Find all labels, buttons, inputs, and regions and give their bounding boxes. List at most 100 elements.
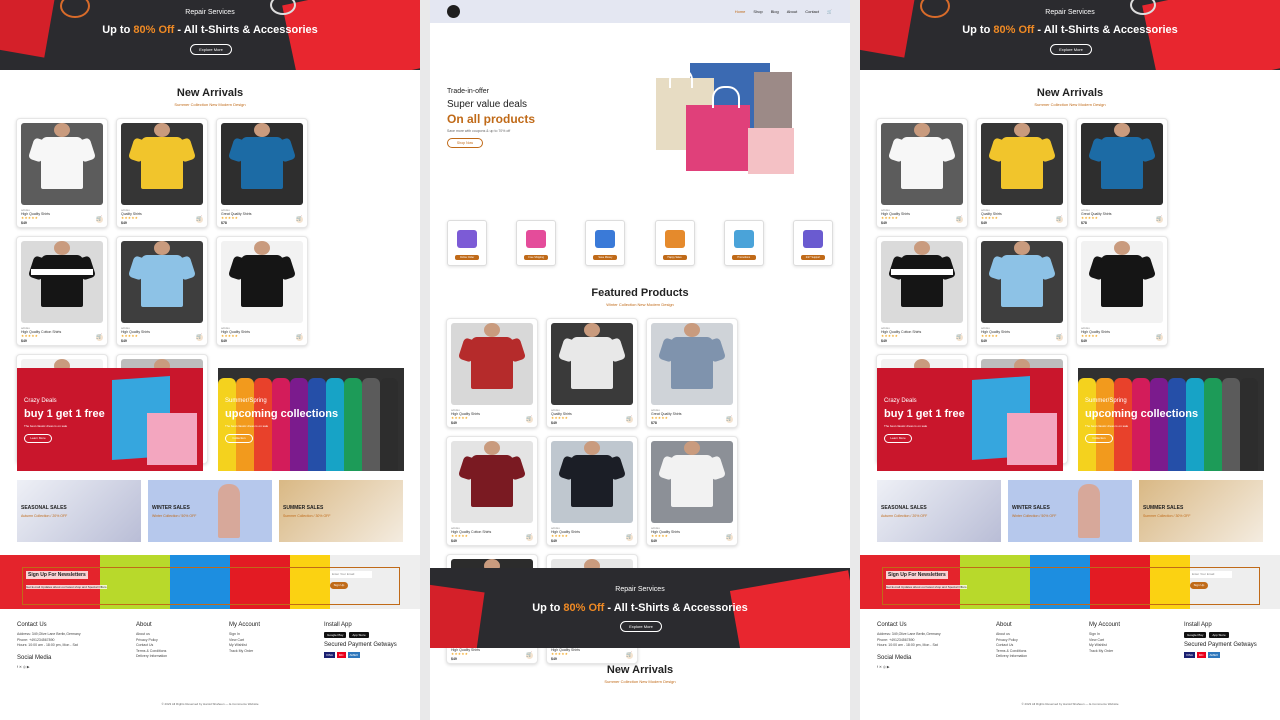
collection-button[interactable]: Collection (1085, 434, 1113, 443)
category-tile[interactable]: Happy Sales (654, 220, 695, 266)
app-store-badge[interactable]: App Store (1209, 632, 1229, 638)
email-input[interactable]: Enter Your Email (1190, 571, 1232, 578)
promo-crazy-deals[interactable]: Crazy Deals buy 1 get 1 free The best cl… (877, 368, 1063, 471)
nav-home[interactable]: Home (735, 9, 746, 14)
banner-sub: Summer Collection / 30% OFF (1143, 514, 1191, 518)
footer-link[interactable]: Track My Order (1089, 649, 1169, 655)
banner-winter-sales[interactable]: WINTER SALES Winter Collection / 50% OFF (148, 480, 272, 542)
add-to-cart-icon[interactable]: 🛒 (296, 216, 303, 223)
banner-sub: Autumn Collection / 20% OFF (881, 514, 928, 518)
shop-now-button[interactable]: Shop Now (447, 138, 483, 148)
category-tile[interactable]: Online Order (447, 220, 487, 266)
social-icons[interactable]: f ✕ ◎ ▶ (17, 665, 127, 671)
add-to-cart-icon[interactable]: 🛒 (726, 534, 733, 541)
sign-up-button[interactable]: Sign Up (1190, 582, 1208, 589)
product-card[interactable]: adidas Quality Shirts ★★★★★ $49 🛒 (116, 118, 208, 228)
explore-more-button[interactable]: Explore More (190, 44, 232, 55)
promo-upcoming-collections[interactable]: Summer/Spring upcoming collections The b… (218, 368, 404, 471)
product-card[interactable]: adidasHigh Quality Shirts★★★★★$49🛒 (446, 318, 538, 428)
add-to-cart-icon[interactable]: 🛒 (296, 334, 303, 341)
section-title: Featured Products (591, 287, 689, 299)
category-tile[interactable]: Save Money (585, 220, 626, 266)
promo-crazy-deals[interactable]: Crazy Deals buy 1 get 1 free The best cl… (17, 368, 203, 471)
amex-icon: AMEX (347, 652, 361, 658)
add-to-cart-icon[interactable]: 🛒 (196, 216, 203, 223)
product-image (121, 123, 203, 205)
category-label: Free Shipping (524, 255, 549, 260)
visa-icon: VISA (1184, 652, 1195, 658)
product-card[interactable]: adidasHigh Quality Shirts★★★★★$49🛒 (1076, 236, 1168, 346)
add-to-cart-icon[interactable]: 🛒 (1156, 216, 1163, 223)
learn-more-button[interactable]: Learn More (884, 434, 912, 443)
product-card[interactable]: adidasHigh Quality Shirts★★★★★$49🛒 (216, 236, 308, 346)
seasonal-banners: SEASONAL SALES Autumn Collection / 20% O… (17, 480, 403, 542)
footer-link[interactable]: Track My Order (229, 649, 309, 655)
collection-button[interactable]: Collection (225, 434, 253, 443)
add-to-cart-icon[interactable]: 🛒 (726, 416, 733, 423)
product-card[interactable]: adidas Great Quality Shirts ★★★★★ $78 🛒 (216, 118, 308, 228)
category-tile[interactable]: Free Shipping (516, 220, 557, 266)
add-to-cart-icon[interactable]: 🛒 (626, 652, 633, 659)
product-card[interactable]: adidas High Quality Cotton Shirts ★★★★★ $49… (446, 436, 538, 546)
add-to-cart-icon[interactable]: 🛒 (626, 416, 633, 423)
google-play-badge[interactable]: Google Play (324, 632, 347, 638)
product-card[interactable]: adidas Great Quality Shirts ★★★★★ $78 🛒 (1076, 118, 1168, 228)
add-to-cart-icon[interactable]: 🛒 (526, 534, 533, 541)
product-card[interactable]: adidasHigh Quality Shirts★★★★★$49🛒 (116, 236, 208, 346)
banner-title: SUMMER SALES (1143, 505, 1184, 511)
add-to-cart-icon[interactable]: 🛒 (196, 334, 203, 341)
product-rating: ★★★★★ (981, 334, 999, 338)
social-icons[interactable]: f ✕ ◎ ▶ (877, 665, 987, 671)
product-card[interactable]: adidas Quality Shirts ★★★★★ $49 🛒 (546, 318, 638, 428)
banner-seasonal-sales[interactable]: SEASONAL SALES Autumn Collection / 20% O… (17, 480, 141, 542)
banner-summer-sales[interactable]: SUMMER SALES Summer Collection / 30% OFF (279, 480, 403, 542)
nav-blog[interactable]: Blog (771, 9, 779, 14)
sign-up-button[interactable]: Sign Up (330, 582, 348, 589)
banner-sub: Summer Collection / 30% OFF (283, 514, 331, 518)
product-card[interactable]: adidas High Quality Cotton Shirts ★★★★★ $49… (16, 236, 108, 346)
hero-kicker: Repair Services (1045, 9, 1095, 16)
app-store-badge[interactable]: App Store (349, 632, 369, 638)
explore-more-button[interactable]: Explore More (1050, 44, 1092, 55)
product-card[interactable]: adidas Great Quality Shirts ★★★★★ $78 🛒 (646, 318, 738, 428)
cart-icon[interactable]: 🛒 (827, 9, 832, 14)
product-card[interactable]: adidasHigh Quality Shirts★★★★★$49🛒 (976, 236, 1068, 346)
product-card[interactable]: adidasHigh Quality Shirts★★★★★$49🛒 (876, 118, 968, 228)
add-to-cart-icon[interactable]: 🛒 (1056, 334, 1063, 341)
explore-more-button[interactable]: Explore More (620, 621, 662, 632)
product-card[interactable]: adidas High Quality Cotton Shirts ★★★★★ $49… (876, 236, 968, 346)
add-to-cart-icon[interactable]: 🛒 (626, 534, 633, 541)
panel-right: Repair Services Up to 80% Off - All t-Sh… (860, 0, 1280, 720)
banner-winter-sales[interactable]: WINTER SALES Winter Collection / 50% OFF (1008, 480, 1132, 542)
add-to-cart-icon[interactable]: 🛒 (526, 652, 533, 659)
add-to-cart-icon[interactable]: 🛒 (526, 416, 533, 423)
logo-icon[interactable] (447, 5, 460, 18)
nav-contact[interactable]: Contact (805, 9, 819, 14)
product-card[interactable]: adidasHigh Quality Shirts★★★★★$49🛒 (546, 436, 638, 546)
product-card[interactable]: adidasHigh Quality Shirts★★★★★$49🛒 (16, 118, 108, 228)
add-to-cart-icon[interactable]: 🛒 (96, 216, 103, 223)
product-image (451, 323, 533, 405)
product-card[interactable]: adidas Quality Shirts ★★★★★ $49 🛒 (976, 118, 1068, 228)
shopping-bags-image (654, 60, 814, 175)
nav-shop[interactable]: Shop (753, 9, 762, 14)
category-tile[interactable]: Promotions (723, 220, 764, 266)
product-card[interactable]: adidasHigh Quality Shirts★★★★★$49🛒 (646, 436, 738, 546)
add-to-cart-icon[interactable]: 🛒 (956, 334, 963, 341)
category-icon (802, 230, 823, 248)
add-to-cart-icon[interactable]: 🛒 (1156, 334, 1163, 341)
footer-link[interactable]: Delivery Information (136, 654, 216, 660)
google-play-badge[interactable]: Google Play (1184, 632, 1207, 638)
mastercard-icon: MC (1196, 652, 1206, 658)
learn-more-button[interactable]: Learn More (24, 434, 52, 443)
email-input[interactable]: Enter Your Email (330, 571, 372, 578)
add-to-cart-icon[interactable]: 🛒 (1056, 216, 1063, 223)
add-to-cart-icon[interactable]: 🛒 (956, 216, 963, 223)
footer-link[interactable]: Delivery Information (996, 654, 1076, 660)
nav-about[interactable]: About (787, 9, 797, 14)
promo-upcoming-collections[interactable]: Summer/Spring upcoming collections The b… (1078, 368, 1264, 471)
add-to-cart-icon[interactable]: 🛒 (96, 334, 103, 341)
banner-summer-sales[interactable]: SUMMER SALES Summer Collection / 30% OFF (1139, 480, 1263, 542)
category-tile[interactable]: 24/7 Support (792, 220, 833, 266)
banner-seasonal-sales[interactable]: SEASONAL SALES Autumn Collection / 20% O… (877, 480, 1001, 542)
